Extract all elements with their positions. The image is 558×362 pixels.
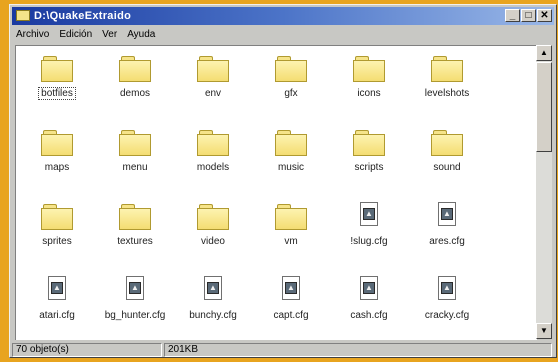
item-label: maps xyxy=(44,162,70,173)
folder-item[interactable]: levelshots xyxy=(408,50,486,114)
file-item[interactable]: ▲ bg_hunter.cfg xyxy=(96,272,174,336)
item-label: textures xyxy=(117,236,153,247)
item-label: ares.cfg xyxy=(429,236,465,247)
scroll-thumb[interactable] xyxy=(536,62,552,152)
folder-item[interactable]: maps xyxy=(18,124,96,188)
window-title: D:\QuakeExtraido xyxy=(34,10,132,22)
folder-icon xyxy=(197,130,229,156)
item-label: gfx xyxy=(284,88,298,99)
file-item[interactable]: ▲ cash.cfg xyxy=(330,272,408,336)
item-label: !slug.cfg xyxy=(350,236,388,247)
folder-item[interactable]: scripts xyxy=(330,124,408,188)
folder-icon xyxy=(197,204,229,230)
menu-bar: Archivo Edición Ver Ayuda xyxy=(12,26,554,43)
folder-item[interactable]: music xyxy=(252,124,330,188)
status-bar: 70 objeto(s) 201KB xyxy=(12,343,554,357)
folder-item[interactable]: gfx xyxy=(252,50,330,114)
menu-ver[interactable]: Ver xyxy=(102,26,117,43)
menu-ayuda[interactable]: Ayuda xyxy=(127,26,155,43)
item-label: bunchy.cfg xyxy=(189,310,237,321)
file-item[interactable]: ▲ ares.cfg xyxy=(408,198,486,262)
item-label: cracky.cfg xyxy=(424,310,470,321)
maximize-button[interactable]: □ xyxy=(521,9,536,22)
folder-icon xyxy=(353,56,385,82)
file-item[interactable]: ▲ capt.cfg xyxy=(252,272,330,336)
folder-icon xyxy=(119,130,151,156)
folder-icon xyxy=(197,56,229,82)
config-file-icon: ▲ xyxy=(48,276,66,300)
folder-icon xyxy=(41,130,73,156)
folder-item[interactable]: botfiles xyxy=(18,50,96,114)
item-label: sprites xyxy=(42,236,72,247)
folder-item[interactable]: sound xyxy=(408,124,486,188)
item-label: bg_hunter.cfg xyxy=(104,310,166,321)
item-label: models xyxy=(196,162,230,173)
folder-icon xyxy=(275,204,307,230)
item-label: atari.cfg xyxy=(39,310,75,321)
config-file-icon: ▲ xyxy=(438,276,456,300)
item-label: video xyxy=(201,236,225,247)
title-bar[interactable]: D:\QuakeExtraido _ □ ✕ xyxy=(12,7,554,25)
config-file-icon: ▲ xyxy=(360,276,378,300)
item-label: env xyxy=(204,88,222,99)
folder-icon xyxy=(353,130,385,156)
status-size: 201KB xyxy=(164,343,552,357)
folder-icon xyxy=(41,204,73,230)
item-label: levelshots xyxy=(424,88,470,99)
folder-icon xyxy=(119,204,151,230)
minimize-button[interactable]: _ xyxy=(505,9,520,22)
config-file-icon: ▲ xyxy=(126,276,144,300)
item-label: cash.cfg xyxy=(350,310,388,321)
item-label: scripts xyxy=(354,162,384,173)
folder-item[interactable]: menu xyxy=(96,124,174,188)
item-label: sound xyxy=(433,162,461,173)
file-item[interactable]: ▲ atari.cfg xyxy=(18,272,96,336)
item-label: music xyxy=(277,162,305,173)
item-label: capt.cfg xyxy=(273,310,309,321)
file-view[interactable]: botfiles demos env gfx icons levelshots maps me… xyxy=(15,45,537,340)
scroll-up-button[interactable]: ▲ xyxy=(536,45,552,61)
config-file-icon: ▲ xyxy=(282,276,300,300)
scroll-down-button[interactable]: ▼ xyxy=(536,323,552,339)
vertical-scrollbar[interactable]: ▲ ▼ xyxy=(536,45,552,339)
status-object-count: 70 objeto(s) xyxy=(12,343,162,357)
folder-item[interactable]: vm xyxy=(252,198,330,262)
config-file-icon: ▲ xyxy=(438,202,456,226)
file-item[interactable]: ▲ !slug.cfg xyxy=(330,198,408,262)
folder-item[interactable]: env xyxy=(174,50,252,114)
item-label: botfiles xyxy=(18,87,96,100)
folder-icon xyxy=(41,56,73,82)
item-label: demos xyxy=(119,88,150,99)
folder-icon xyxy=(275,56,307,82)
item-label: icons xyxy=(357,88,381,99)
config-file-icon: ▲ xyxy=(360,202,378,226)
folder-icon xyxy=(431,130,463,156)
folder-item[interactable]: textures xyxy=(96,198,174,262)
menu-archivo[interactable]: Archivo xyxy=(16,26,49,43)
folder-item[interactable]: icons xyxy=(330,50,408,114)
explorer-window: D:\QuakeExtraido _ □ ✕ Archivo Edición V… xyxy=(9,4,557,358)
file-item[interactable]: ▲ cracky.cfg xyxy=(408,272,486,336)
item-label: menu xyxy=(122,162,148,173)
folder-icon xyxy=(119,56,151,82)
folder-item[interactable]: models xyxy=(174,124,252,188)
config-file-icon: ▲ xyxy=(204,276,222,300)
menu-edicion[interactable]: Edición xyxy=(59,26,92,43)
folder-item[interactable]: video xyxy=(174,198,252,262)
folder-item[interactable]: demos xyxy=(96,50,174,114)
item-label: vm xyxy=(284,236,298,247)
close-button[interactable]: ✕ xyxy=(537,9,552,22)
window-controls: _ □ ✕ xyxy=(505,9,552,23)
folder-icon xyxy=(16,10,30,21)
folder-icon xyxy=(275,130,307,156)
file-item[interactable]: ▲ bunchy.cfg xyxy=(174,272,252,336)
folder-item[interactable]: sprites xyxy=(18,198,96,262)
folder-icon xyxy=(431,56,463,82)
